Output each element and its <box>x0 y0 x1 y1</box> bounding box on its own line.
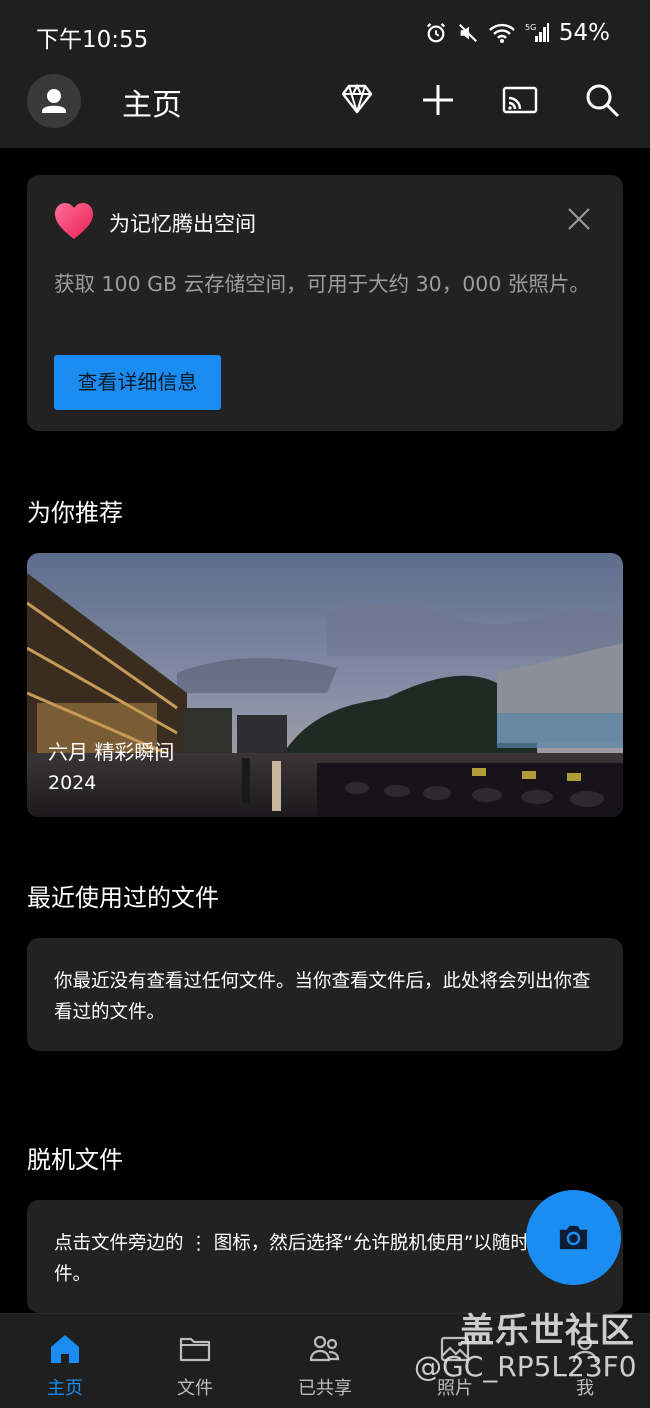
nav-shared[interactable]: 已共享 <box>260 1314 390 1408</box>
nav-shared-label: 已共享 <box>298 1378 352 1399</box>
recommended-section-title: 为你推荐 <box>27 499 123 527</box>
nav-files[interactable]: 文件 <box>130 1314 260 1408</box>
search-icon[interactable] <box>582 80 622 120</box>
nav-files-label: 文件 <box>177 1378 213 1399</box>
moment-card[interactable]: 六月 精彩瞬间 2024 <box>27 553 623 817</box>
promo-title: 为记忆腾出空间 <box>109 212 256 236</box>
signal-icon: 5G <box>525 23 549 42</box>
recent-files-section-title: 最近使用过的文件 <box>27 884 219 912</box>
folder-icon <box>179 1337 211 1362</box>
heart-icon <box>55 203 93 239</box>
avatar[interactable] <box>27 74 81 128</box>
home-icon <box>51 1335 79 1363</box>
alarm-icon <box>426 23 445 43</box>
watermark-title: 盖乐世社区 <box>460 1311 635 1351</box>
moment-title: 六月 精彩瞬间 <box>48 740 175 764</box>
avatar-icon <box>42 89 66 113</box>
status-icons: 5G 54% <box>425 20 610 46</box>
offline-files-hint-text: 点击文件旁边的 ⋮ 图标，然后选择“允许脱机使用”以随时查看文件。 <box>54 1233 585 1285</box>
recent-files-empty-text: 你最近没有查看过任何文件。当你查看文件后，此处将会列出你查看过的文件。 <box>54 971 591 1023</box>
cast-icon[interactable] <box>500 80 540 120</box>
svg-text:5G: 5G <box>525 23 536 32</box>
watermark-handle: @GC_RP5L23F0 <box>414 1350 637 1383</box>
battery-level: 54% <box>558 20 610 46</box>
moment-year: 2024 <box>48 772 97 794</box>
camera-fab-button[interactable] <box>526 1190 621 1285</box>
moment-photo <box>27 553 623 817</box>
app-bar: 主页 <box>0 66 650 148</box>
promo-description: 获取 100 GB 云存储空间，可用于大约 30，000 张照片。 <box>54 272 590 296</box>
onedrive-home-screen: 下午10:55 5G 54% 主页 为记忆腾出空间 获取 100 GB 云存储空… <box>0 0 650 1408</box>
view-details-button[interactable]: 查看详细信息 <box>54 355 221 410</box>
premium-diamond-icon[interactable] <box>337 80 377 120</box>
camera-icon <box>559 1225 588 1250</box>
wifi-icon <box>489 23 515 43</box>
add-icon[interactable] <box>418 80 458 120</box>
shared-people-icon <box>309 1335 340 1362</box>
page-title: 主页 <box>122 88 182 123</box>
recent-files-empty-card: 你最近没有查看过任何文件。当你查看文件后，此处将会列出你查看过的文件。 <box>27 938 623 1051</box>
mute-icon <box>458 23 477 43</box>
nav-home[interactable]: 主页 <box>0 1314 130 1408</box>
status-time: 下午10:55 <box>36 27 149 53</box>
status-bar: 下午10:55 5G 54% <box>0 0 650 66</box>
storage-promo-card: 为记忆腾出空间 获取 100 GB 云存储空间，可用于大约 30，000 张照片… <box>27 175 623 431</box>
close-icon[interactable] <box>567 207 591 231</box>
nav-home-label: 主页 <box>47 1378 83 1399</box>
offline-files-section-title: 脱机文件 <box>27 1146 123 1174</box>
